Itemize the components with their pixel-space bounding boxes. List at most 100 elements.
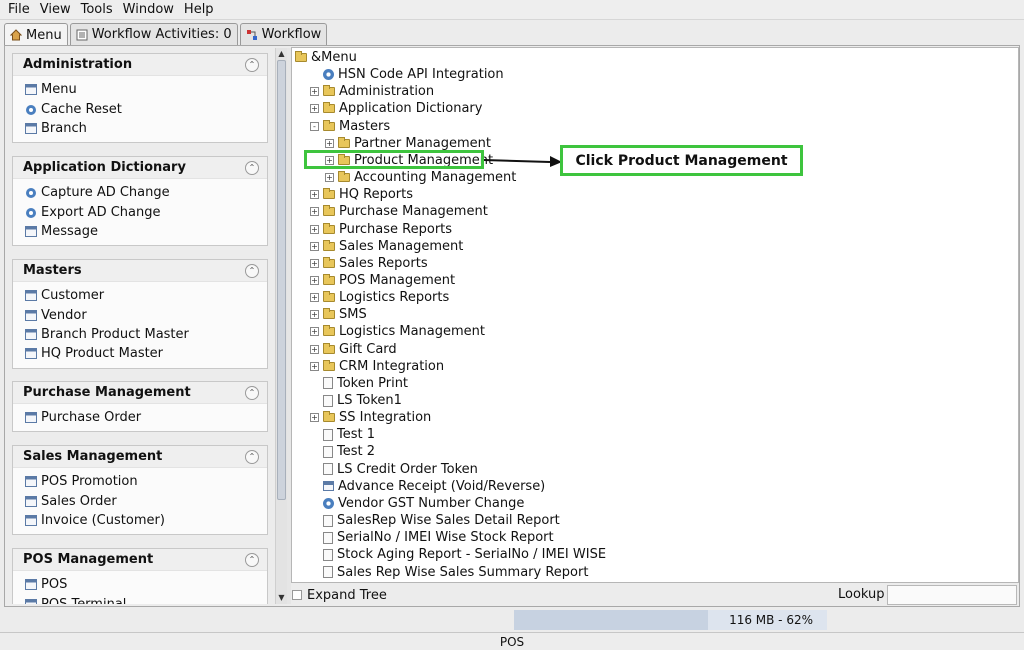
menu-link[interactable]: Export AD Change xyxy=(25,202,267,221)
spacer[interactable] xyxy=(310,516,319,525)
expand-icon[interactable]: + xyxy=(310,275,319,285)
spacer[interactable] xyxy=(310,465,319,474)
menu-link[interactable]: Vendor xyxy=(25,305,267,324)
tree-node[interactable]: + Accounting Management xyxy=(325,169,516,186)
expand-icon[interactable]: + xyxy=(325,138,334,148)
spacer[interactable] xyxy=(310,568,319,577)
tree-node[interactable]: + Administration xyxy=(310,83,434,100)
tree-node[interactable]: + Sales Reports xyxy=(310,255,428,272)
menu-tools[interactable]: Tools xyxy=(77,0,117,20)
tab-workflow[interactable]: Workflow xyxy=(239,23,328,45)
expand-tree-checkbox[interactable]: Expand Tree xyxy=(292,586,387,604)
expand-icon[interactable]: + xyxy=(310,310,319,320)
menu-link[interactable]: Customer xyxy=(25,286,267,305)
tree-node[interactable]: Advance Receipt (Void/Reverse) xyxy=(310,478,545,495)
menu-link[interactable]: HQ Product Master xyxy=(25,344,267,363)
tab-workflow-activities[interactable]: Workflow Activities: 0 xyxy=(69,23,238,45)
lookup-input[interactable] xyxy=(887,585,1017,605)
expand-icon[interactable]: + xyxy=(310,413,319,423)
expand-icon[interactable]: + xyxy=(310,224,319,234)
menu-help[interactable]: Help xyxy=(180,0,218,20)
tree-node[interactable]: + Purchase Management xyxy=(310,203,488,220)
menu-link[interactable]: Branch xyxy=(25,119,267,138)
tree-node[interactable]: Sales Rep Wise Sales Summary Report xyxy=(310,564,588,581)
menu-link[interactable]: Cache Reset xyxy=(25,99,267,118)
left-scrollbar[interactable]: ▲ ▼ xyxy=(275,48,287,604)
menu-window[interactable]: Window xyxy=(119,0,178,20)
expand-icon[interactable]: + xyxy=(310,190,319,200)
tree-node[interactable]: SerialNo / IMEI Wise Stock Report xyxy=(310,529,554,546)
spacer[interactable] xyxy=(310,379,319,388)
tree-node[interactable]: Test 2 xyxy=(310,443,375,460)
tree-node[interactable]: Stock Aging Report - SerialNo / IMEI WIS… xyxy=(310,546,606,563)
tree-node[interactable]: + Purchase Reports xyxy=(310,221,452,238)
expand-icon[interactable]: + xyxy=(310,258,319,268)
spacer[interactable] xyxy=(310,430,319,439)
tree-node[interactable]: + SMS xyxy=(310,306,367,323)
menu-link[interactable]: Message xyxy=(25,222,267,241)
group-header[interactable]: Purchase Management ⌃ xyxy=(13,382,267,404)
spacer[interactable] xyxy=(310,396,319,405)
expand-icon[interactable]: + xyxy=(310,344,319,354)
scroll-down-icon[interactable]: ▼ xyxy=(276,592,287,604)
spacer[interactable] xyxy=(310,482,319,491)
group-header[interactable]: Administration ⌃ xyxy=(13,54,267,76)
expand-icon[interactable]: + xyxy=(325,173,334,183)
tree-node[interactable]: + Gift Card xyxy=(310,341,397,358)
menu-link[interactable]: POS Promotion xyxy=(25,472,267,491)
expand-icon[interactable]: + xyxy=(310,293,319,303)
tree-node[interactable]: + Logistics Reports xyxy=(310,289,449,306)
collapse-icon[interactable]: ⌃ xyxy=(245,263,259,278)
tree-node[interactable]: Token Print xyxy=(310,375,408,392)
tree-node[interactable]: &Menu xyxy=(295,49,357,66)
tree-node[interactable]: + Logistics Management xyxy=(310,323,485,340)
spacer[interactable] xyxy=(310,550,319,559)
tree-node[interactable]: + CRM Integration xyxy=(310,358,444,375)
tree-node[interactable]: SalesRep Wise Sales Detail Report xyxy=(310,512,560,529)
tree-node[interactable]: + POS Management xyxy=(310,272,455,289)
tree-node[interactable]: Vendor GST Number Change xyxy=(310,495,524,512)
group-header[interactable]: Masters ⌃ xyxy=(13,260,267,282)
menu-view[interactable]: View xyxy=(36,0,75,20)
expand-icon[interactable]: + xyxy=(310,104,319,114)
menu-link[interactable]: Invoice (Customer) xyxy=(25,511,267,530)
collapse-icon[interactable]: ⌃ xyxy=(245,385,259,400)
menu-link[interactable]: Sales Order xyxy=(25,491,267,510)
tree-node[interactable]: - Masters xyxy=(310,118,390,135)
checkbox-icon[interactable] xyxy=(292,590,302,600)
group-header[interactable]: Sales Management ⌃ xyxy=(13,446,267,468)
collapse-icon[interactable]: ⌃ xyxy=(245,552,259,567)
tree-node[interactable]: Test 1 xyxy=(310,426,375,443)
menu-link[interactable]: Branch Product Master xyxy=(25,325,267,344)
scroll-up-icon[interactable]: ▲ xyxy=(276,48,287,60)
group-header[interactable]: POS Management ⌃ xyxy=(13,549,267,571)
spacer[interactable] xyxy=(310,447,319,456)
memory-indicator[interactable]: 116 MB - 62% xyxy=(514,610,827,630)
collapse-icon[interactable]: ⌃ xyxy=(245,160,259,175)
tree-node[interactable]: LS Credit Order Token xyxy=(310,461,478,478)
collapse-icon[interactable]: ⌃ xyxy=(245,57,259,72)
menu-link[interactable]: Capture AD Change xyxy=(25,183,267,202)
tree-node[interactable]: + Application Dictionary xyxy=(310,100,482,117)
tree-node[interactable]: LS Token1 xyxy=(310,392,402,409)
expand-icon[interactable]: + xyxy=(310,241,319,251)
menu-file[interactable]: File xyxy=(4,0,34,20)
collapse-node-icon[interactable]: - xyxy=(310,121,319,131)
collapse-icon[interactable]: ⌃ xyxy=(245,449,259,464)
scrollbar-thumb[interactable] xyxy=(277,60,286,500)
group-header[interactable]: Application Dictionary ⌃ xyxy=(13,157,267,179)
menu-link[interactable]: POS Terminal xyxy=(25,594,267,604)
expand-icon[interactable]: + xyxy=(310,207,319,217)
spacer[interactable] xyxy=(310,499,319,508)
tree-node[interactable]: + SS Integration xyxy=(310,409,431,426)
expand-icon[interactable]: + xyxy=(310,87,319,97)
menu-link[interactable]: Purchase Order xyxy=(25,408,267,427)
tree-node[interactable]: + HQ Reports xyxy=(310,186,413,203)
menu-link[interactable]: POS xyxy=(25,575,267,594)
expand-icon[interactable]: + xyxy=(310,361,319,371)
spacer[interactable] xyxy=(310,533,319,542)
tree-node[interactable]: + Sales Management xyxy=(310,238,463,255)
tree-node[interactable]: HSN Code API Integration xyxy=(310,66,504,83)
expand-icon[interactable]: + xyxy=(310,327,319,337)
spacer[interactable] xyxy=(310,70,319,79)
